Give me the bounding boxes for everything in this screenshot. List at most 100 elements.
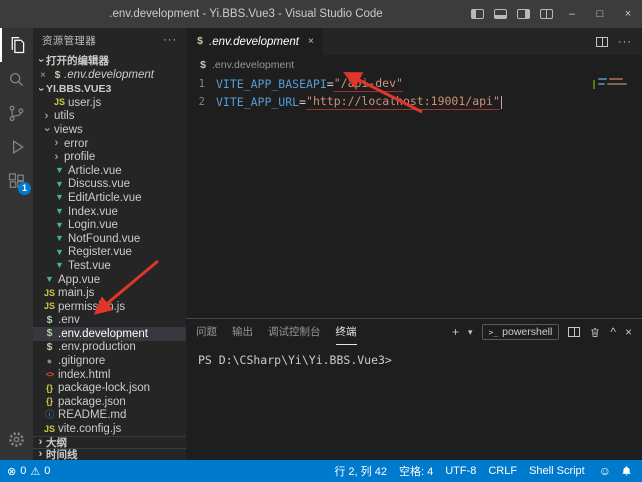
toggle-secondary-sidebar-icon[interactable]: [512, 0, 535, 28]
timeline-section[interactable]: › 时间线: [33, 448, 186, 460]
gear-icon: [7, 430, 26, 449]
more-actions-icon[interactable]: ···: [618, 36, 632, 48]
manage-settings[interactable]: [0, 422, 33, 456]
tree-item-profile[interactable]: ›profile: [33, 150, 186, 164]
tree-item-app.vue[interactable]: ▼App.vue: [33, 273, 186, 287]
feedback-smiley-icon[interactable]: ☺: [599, 464, 611, 478]
project-section[interactable]: › YI.BBS.VUE3: [33, 82, 186, 96]
activity-search[interactable]: [0, 62, 33, 96]
terminal[interactable]: PS D:\CSharp\Yi\Yi.BBS.Vue3>: [186, 345, 642, 367]
tree-item-readme.md[interactable]: ⓘREADME.md: [33, 409, 186, 423]
tree-item-login.vue[interactable]: ▼Login.vue: [33, 218, 186, 232]
tree-item-vite.config.js[interactable]: JSvite.config.js: [33, 422, 186, 436]
new-terminal-icon[interactable]: +: [452, 326, 459, 338]
open-editor-label: .env.development: [64, 69, 154, 81]
more-actions-icon[interactable]: ···: [163, 34, 177, 46]
vue-file-icon: ▼: [53, 259, 66, 272]
panel-tab-output[interactable]: 输出: [232, 320, 253, 345]
code-editor[interactable]: 1VITE_APP_BASEAPI="/api-dev"2VITE_APP_UR…: [186, 75, 642, 318]
tab-env-development[interactable]: $ .env.development ×: [186, 28, 323, 55]
tree-item-package-lock.json[interactable]: {}package-lock.json: [33, 381, 186, 395]
split-terminal-icon[interactable]: [568, 327, 580, 337]
notifications-bell-icon[interactable]: [621, 465, 632, 477]
file-name: error: [64, 138, 88, 150]
tree-item-.env[interactable]: $.env: [33, 314, 186, 328]
tree-item-test.vue[interactable]: ▼Test.vue: [33, 259, 186, 273]
minimize-button[interactable]: –: [558, 0, 586, 28]
maximize-panel-icon[interactable]: ^: [610, 326, 616, 338]
activity-explorer[interactable]: [0, 28, 33, 62]
file-name: views: [54, 124, 83, 136]
code-token: VITE_APP_URL: [216, 95, 299, 109]
tree-item-index.html[interactable]: <>index.html: [33, 368, 186, 382]
tree-item-package.json[interactable]: {}package.json: [33, 395, 186, 409]
trash-icon: [589, 326, 601, 339]
tab-label: .env.development: [209, 36, 299, 48]
close-icon[interactable]: ×: [308, 36, 314, 47]
tree-item-error[interactable]: ›error: [33, 137, 186, 151]
close-panel-icon[interactable]: ×: [625, 326, 632, 338]
tree-item-register.vue[interactable]: ▼Register.vue: [33, 246, 186, 260]
tree-item-permission.js[interactable]: JSpermission.js: [33, 300, 186, 314]
tree-item-.gitignore[interactable]: ●.gitignore: [33, 354, 186, 368]
terminal-shell-selector[interactable]: >_ powershell: [482, 324, 560, 340]
js-file-icon: JS: [53, 96, 66, 109]
vue-file-icon: ▼: [53, 219, 66, 232]
terminal-prompt: PS D:\CSharp\Yi\Yi.BBS.Vue3>: [198, 353, 392, 367]
chevron-down-icon[interactable]: ▾: [468, 326, 473, 338]
file-name: Register.vue: [68, 246, 132, 258]
toggle-panel-icon[interactable]: [489, 0, 512, 28]
close-icon[interactable]: ×: [40, 70, 51, 81]
tree-item-user.js[interactable]: JSuser.js: [33, 96, 186, 110]
code-token: VITE_APP_BASEAPI: [216, 77, 327, 91]
env-file-icon: $: [43, 327, 56, 340]
code-lines: 1VITE_APP_BASEAPI="/api-dev"2VITE_APP_UR…: [186, 75, 642, 111]
open-editors-section[interactable]: › 打开的编辑器: [33, 52, 186, 68]
status-indentation[interactable]: 空格: 4: [399, 463, 433, 479]
panel-tab-terminal[interactable]: 终端: [336, 320, 357, 345]
git-file-icon: ●: [43, 355, 56, 368]
tree-item-discuss.vue[interactable]: ▼Discuss.vue: [33, 178, 186, 192]
panel-tab-debug-console[interactable]: 调试控制台: [268, 320, 321, 345]
activity-extensions[interactable]: 1: [0, 164, 33, 198]
file-name: vite.config.js: [58, 423, 121, 435]
shell-name: powershell: [502, 326, 552, 338]
close-button[interactable]: ×: [614, 0, 642, 28]
customize-layout-icon[interactable]: [535, 0, 558, 28]
search-icon: [6, 69, 27, 90]
chevron-right-icon: ›: [51, 152, 62, 163]
line-number: 1: [186, 78, 216, 90]
tree-item-.env.development[interactable]: $.env.development: [33, 327, 186, 341]
panel-actions: + ▾ >_ powershell ^ ×: [452, 324, 632, 340]
status-cursor-position[interactable]: 行 2, 列 42: [334, 463, 387, 479]
tree-item-index.vue[interactable]: ▼Index.vue: [33, 205, 186, 219]
panel-tab-problems[interactable]: 问题: [196, 320, 217, 345]
tree-item-main.js[interactable]: JSmain.js: [33, 286, 186, 300]
tree-item-article.vue[interactable]: ▼Article.vue: [33, 164, 186, 178]
breadcrumb[interactable]: $ .env.development: [186, 55, 642, 75]
status-encoding[interactable]: UTF-8: [445, 465, 476, 477]
status-eol[interactable]: CRLF: [488, 465, 517, 477]
env-file-icon: $: [195, 35, 205, 48]
split-editor-icon[interactable]: [596, 37, 608, 47]
tree-item-editarticle.vue[interactable]: ▼EditArticle.vue: [33, 191, 186, 205]
activity-source-control[interactable]: [0, 96, 33, 130]
status-language-mode[interactable]: Shell Script: [529, 465, 585, 477]
file-name: Index.vue: [68, 206, 118, 218]
toggle-sidebar-icon[interactable]: [466, 0, 489, 28]
open-editor-item[interactable]: × $ .env.development: [33, 68, 186, 82]
tree-item-.env.production[interactable]: $.env.production: [33, 341, 186, 355]
minimap[interactable]: [598, 78, 636, 104]
tree-item-views[interactable]: ›views: [33, 123, 186, 137]
chevron-right-icon: ›: [35, 437, 46, 448]
file-name: profile: [64, 151, 95, 163]
file-name: permission.js: [58, 301, 125, 313]
tree-item-notfound.vue[interactable]: ▼NotFound.vue: [33, 232, 186, 246]
kill-terminal-icon[interactable]: [589, 326, 601, 339]
file-name: package-lock.json: [58, 382, 150, 394]
activity-run-debug[interactable]: [0, 130, 33, 164]
tree-item-utils[interactable]: ›utils: [33, 110, 186, 124]
js-file-icon: JS: [43, 300, 56, 313]
problems-status[interactable]: ⊗ 0 ⚠ 0: [7, 465, 50, 478]
maximize-button[interactable]: □: [586, 0, 614, 28]
